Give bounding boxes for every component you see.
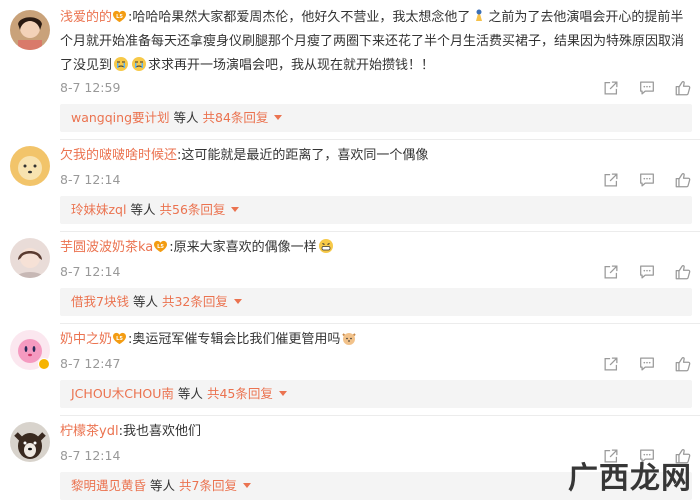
like-icon[interactable] [674, 79, 692, 97]
reply-username[interactable]: 借我7块钱 [71, 294, 129, 309]
comment-time: 8-7 12:14 [60, 264, 121, 279]
divider [60, 231, 700, 232]
username-link[interactable]: 欠我的啵啵啥时候还 [60, 148, 177, 163]
fan-badge-icon [112, 10, 127, 23]
chevron-down-icon[interactable] [278, 391, 287, 396]
chevron-down-icon[interactable] [231, 207, 240, 212]
reply-summary[interactable]: 玲妹妹zql 等人 共56条回复 [60, 196, 692, 224]
comment-icon[interactable] [638, 79, 656, 97]
watermark: 广西龙网 [568, 461, 692, 496]
share-icon[interactable] [602, 355, 620, 373]
reply-username[interactable]: 黎明遇见黄昏 [71, 478, 146, 493]
cat-emoji-icon [342, 333, 357, 345]
reply-username[interactable]: wangqing要计划 [71, 110, 170, 125]
like-icon[interactable] [674, 263, 692, 281]
prayer-emoji-icon [476, 9, 483, 21]
crying-emoji-icon [114, 57, 129, 71]
comment-text: 柠檬茶ydl:我也喜欢他们 [60, 424, 201, 439]
username-link[interactable]: 柠檬茶ydl [60, 424, 119, 439]
verified-badge-icon [38, 358, 50, 370]
username-link[interactable]: 奶中之奶 [60, 332, 112, 347]
share-icon[interactable] [602, 79, 620, 97]
avatar[interactable] [10, 422, 50, 462]
fan-badge-icon [112, 332, 127, 345]
comment-text: 浅爱的的:哈哈哈果然大家都爱周杰伦，他好久不营业，我太想念他了 之前为了去他演唱会… [60, 9, 685, 73]
reply-summary[interactable]: wangqing要计划 等人 共84条回复 [60, 104, 692, 132]
fan-badge-icon [153, 240, 168, 253]
comment-text: 欠我的啵啵啥时候还:这可能就是最近的距离了，喜欢同一个偶像 [60, 148, 429, 163]
reply-summary[interactable]: JCHOU木CHOU南 等人 共45条回复 [60, 380, 692, 408]
reply-count-link[interactable]: 共7条回复 [179, 478, 237, 493]
comment-icon[interactable] [638, 171, 656, 189]
reply-username[interactable]: 玲妹妹zql [71, 202, 126, 217]
chevron-down-icon[interactable] [274, 115, 283, 120]
comment-text: 奶中之奶:奥运冠军催专辑会比我们催更管用吗 [60, 328, 692, 352]
comment-time: 8-7 12:14 [60, 448, 121, 463]
chevron-down-icon[interactable] [242, 483, 251, 488]
chevron-down-icon[interactable] [233, 299, 242, 304]
divider [60, 139, 700, 140]
like-icon[interactable] [674, 171, 692, 189]
username-link[interactable]: 浅爱的的 [60, 10, 112, 25]
crying-emoji-icon [132, 57, 147, 71]
divider [60, 415, 700, 416]
share-icon[interactable] [602, 171, 620, 189]
comment-icon[interactable] [638, 263, 656, 281]
like-icon[interactable] [674, 355, 692, 373]
reply-summary[interactable]: 借我7块钱 等人 共32条回复 [60, 288, 692, 316]
comment-time: 8-7 12:14 [60, 172, 121, 187]
reply-count-link[interactable]: 共84条回复 [203, 110, 269, 125]
reply-username[interactable]: JCHOU木CHOU南 [71, 386, 174, 401]
reply-count-link[interactable]: 共56条回复 [160, 202, 226, 217]
username-link[interactable]: 芋圆波波奶茶ka [60, 240, 153, 255]
comment-text: 芋圆波波奶茶ka:原来大家喜欢的偶像一样 [60, 236, 692, 260]
divider [60, 323, 700, 324]
avatar[interactable] [10, 146, 50, 186]
share-icon[interactable] [602, 263, 620, 281]
comment-icon[interactable] [638, 355, 656, 373]
comment-time: 8-7 12:59 [60, 80, 121, 95]
reply-count-link[interactable]: 共45条回复 [207, 386, 273, 401]
reply-count-link[interactable]: 共32条回复 [162, 294, 228, 309]
comment-time: 8-7 12:47 [60, 356, 121, 371]
avatar[interactable] [10, 10, 50, 50]
grin-emoji-icon [318, 239, 333, 253]
avatar[interactable] [10, 238, 50, 278]
